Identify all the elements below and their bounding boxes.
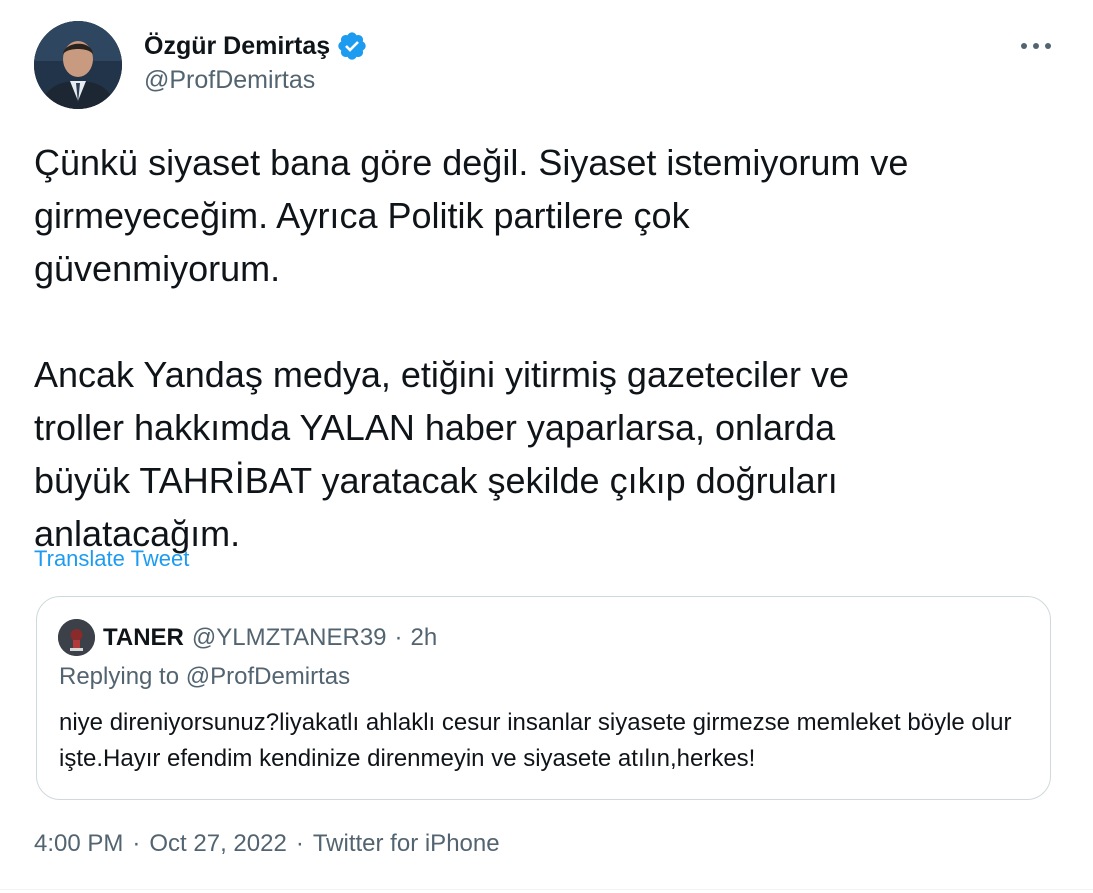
author-handle[interactable]: @ProfDemirtas: [144, 66, 315, 95]
more-button[interactable]: [1016, 30, 1056, 62]
quoted-replying-to: Replying to @ProfDemirtas: [59, 663, 351, 690]
author-avatar-image: [34, 21, 122, 109]
tweet-time[interactable]: 4:00 PM: [34, 830, 123, 858]
quoted-author-avatar[interactable]: [58, 619, 95, 656]
author-avatar[interactable]: [34, 21, 122, 109]
translate-tweet-link[interactable]: Translate Tweet: [34, 546, 189, 572]
quoted-tweet-text: niye direniyorsunuz?liyakatlı ahlaklı ce…: [59, 709, 1012, 772]
more-horizontal-icon: [1021, 43, 1051, 49]
divider: [0, 889, 1093, 890]
quoted-separator: ·: [394, 623, 403, 651]
verified-badge-icon: [336, 30, 368, 62]
author-name[interactable]: Özgür Demirtaş: [144, 32, 330, 61]
tweet-text: Çünkü siyaset bana göre değil. Siyaset i…: [34, 136, 1054, 560]
author-name-row[interactable]: Özgür Demirtaş: [144, 28, 368, 64]
quoted-author-name[interactable]: TANER: [103, 624, 184, 652]
quoted-tweet-header: TANER @YLMZTANER39 · 2h: [103, 619, 437, 656]
quoted-tweet-card[interactable]: TANER @YLMZTANER39 · 2h Replying to @Pro…: [36, 596, 1051, 800]
meta-separator: ·: [295, 830, 304, 857]
quoted-author-handle[interactable]: @YLMZTANER39: [192, 624, 387, 652]
quoted-avatar-image: [58, 619, 95, 656]
tweet-paragraph-1: Çünkü siyaset bana göre değil. Siyaset i…: [34, 142, 909, 289]
tweet-source[interactable]: Twitter for iPhone: [313, 830, 500, 858]
tweet-paragraph-2: Ancak Yandaş medya, etiğini yitirmiş gaz…: [34, 354, 850, 554]
tweet-date[interactable]: Oct 27, 2022: [149, 830, 286, 858]
tweet: Özgür Demirtaş @ProfDemirtas Çünkü siyas…: [0, 0, 1093, 893]
meta-separator: ·: [132, 830, 141, 857]
tweet-metadata: 4:00 PM · Oct 27, 2022 · Twitter for iPh…: [34, 830, 500, 858]
quoted-timestamp[interactable]: 2h: [411, 624, 438, 652]
